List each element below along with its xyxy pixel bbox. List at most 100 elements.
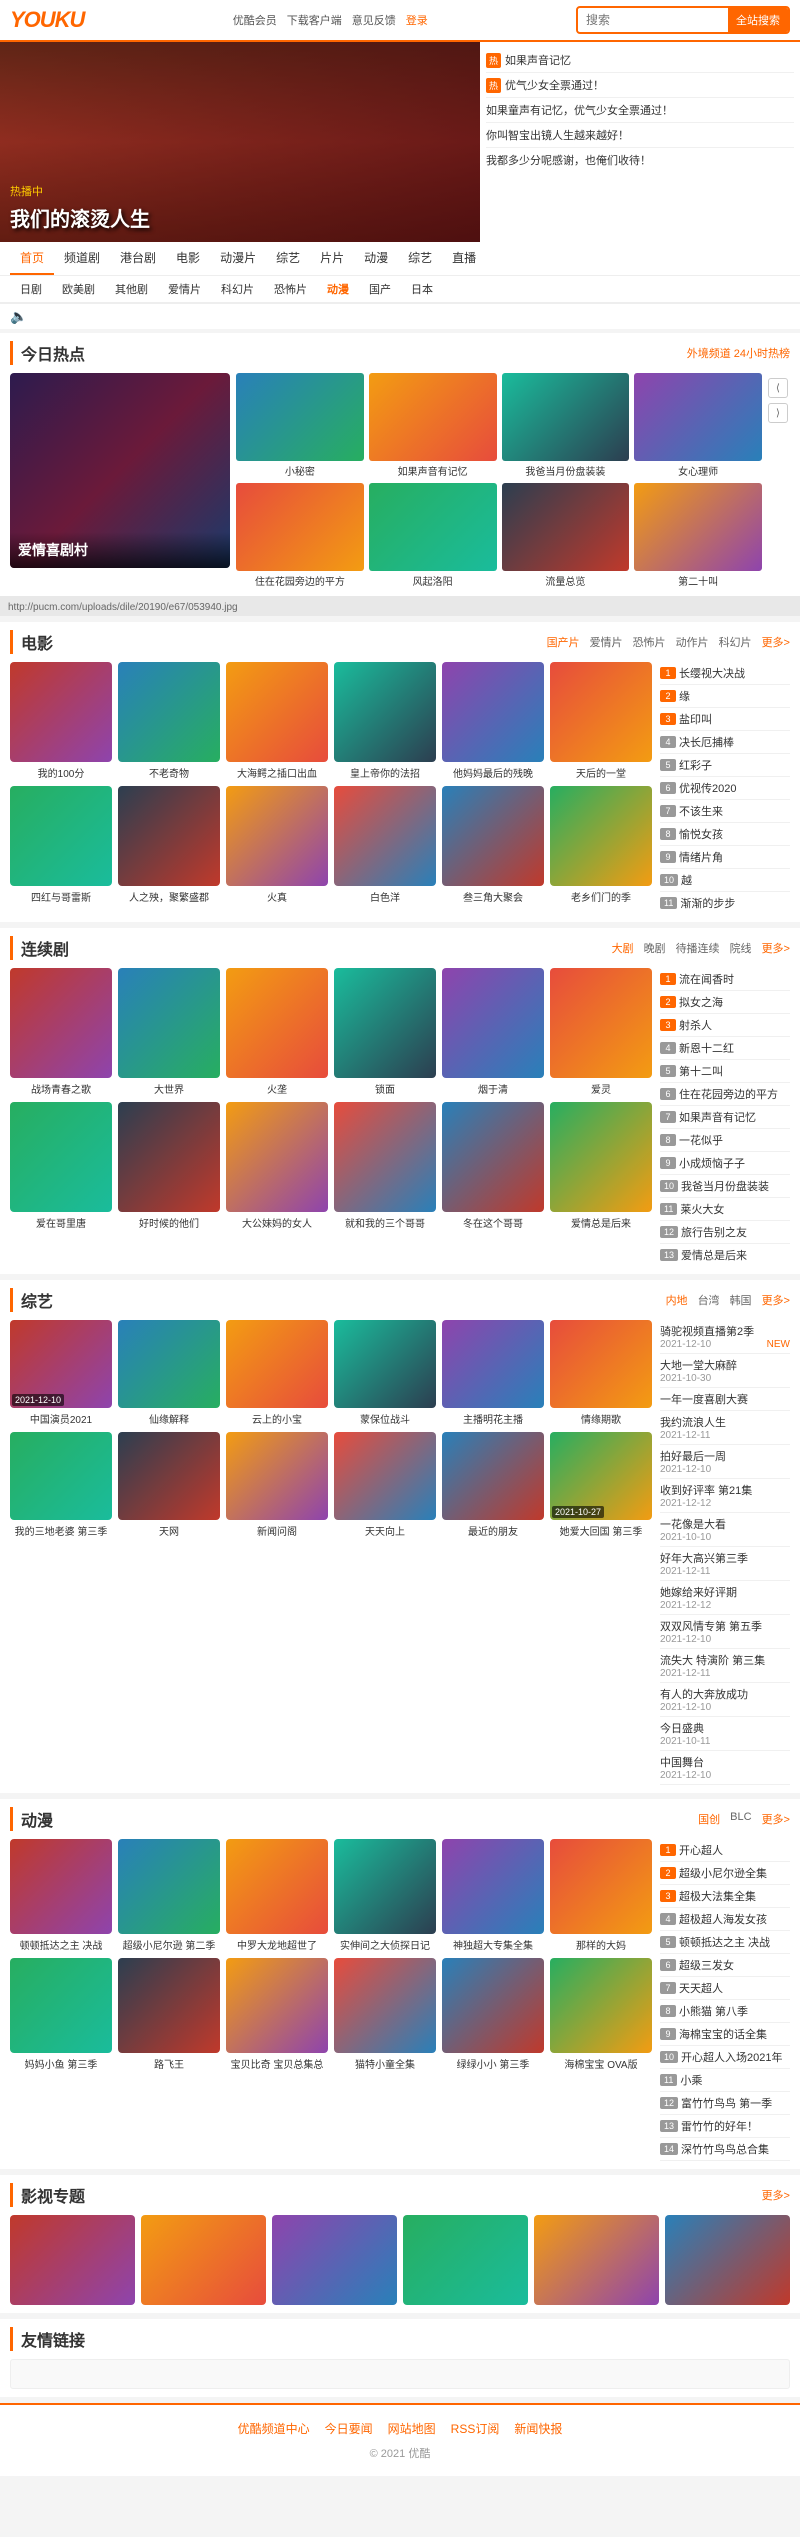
hot-sub-2[interactable]: 我爸当月份盘装装 [502, 373, 630, 478]
drama-tab-0[interactable]: 大剧 [612, 940, 634, 956]
movie-tab-4[interactable]: 科幻片 [719, 634, 752, 650]
nav-tab-anime[interactable]: 动漫 [354, 242, 398, 275]
movie-sidebar-item-1[interactable]: 2缘 [660, 685, 790, 708]
movie-sidebar-item-0[interactable]: 1长缨视大决战 [660, 662, 790, 685]
movie-item-0[interactable]: 我的100分 [10, 662, 112, 780]
nav-tab-r2-0[interactable]: 日剧 [10, 276, 52, 302]
search-input[interactable] [578, 9, 728, 31]
anime-sidebar-item-6[interactable]: 7天天超人 [660, 1977, 790, 2000]
nav-tab-r2-5[interactable]: 恐怖片 [264, 276, 317, 302]
drama-item-6[interactable]: 爱在哥里唐 [10, 1102, 112, 1230]
ds-7[interactable]: 8一花似乎 [660, 1129, 790, 1152]
variety-item-2[interactable]: 云上的小宝 [226, 1320, 328, 1426]
anime-tab-1[interactable]: BLC [730, 1811, 751, 1827]
anime-sidebar-item-10[interactable]: 11小乘 [660, 2069, 790, 2092]
movie-tab-3[interactable]: 动作片 [676, 634, 709, 650]
anime-tab-0[interactable]: 国创 [698, 1811, 720, 1827]
nav-tab-3[interactable]: 电影 [166, 242, 210, 275]
movie-sidebar-item-2[interactable]: 3盐印叫 [660, 708, 790, 731]
nav-tab-4[interactable]: 动漫片 [210, 242, 266, 275]
nav-item-login[interactable]: 登录 [406, 12, 428, 28]
variety-sidebar-item-1[interactable]: 大地一堂大麻醉2021-10-30 [660, 1354, 790, 1388]
anime-item-r2-4[interactable]: 绿绿小小 第三季 [442, 1958, 544, 2071]
ds-8[interactable]: 9小成烦恼子子 [660, 1152, 790, 1175]
movie-item-4[interactable]: 他妈妈最后的残晚 [442, 662, 544, 780]
logo[interactable]: YOUKU [10, 7, 84, 33]
anime-item-r1-0[interactable]: 顿顿抵达之主 决战 [10, 1839, 112, 1952]
hot-sub-1[interactable]: 如果声音有记忆 [369, 373, 497, 478]
drama-tab-1[interactable]: 晚剧 [644, 940, 666, 956]
anime-item-r1-2[interactable]: 中罗大龙地超世了 [226, 1839, 328, 1952]
subject-item-1[interactable] [141, 2215, 266, 2305]
drama-item-2[interactable]: 火垄 [226, 968, 328, 1096]
variety-sidebar-item-12[interactable]: 今日盛典2021-10-11 [660, 1717, 790, 1751]
movie-sidebar-item-9[interactable]: 10越 [660, 869, 790, 892]
drama-item-0[interactable]: 战场青春之歌 [10, 968, 112, 1096]
nav-item-feedback[interactable]: 意见反馈 [352, 12, 396, 28]
search-button[interactable]: 全站搜索 [728, 8, 788, 32]
anime-sidebar-item-8[interactable]: 9海棉宝宝的话全集 [660, 2023, 790, 2046]
movie-item-5[interactable]: 天后的一堂 [550, 662, 652, 780]
movie-sidebar-item-4[interactable]: 5红彩子 [660, 754, 790, 777]
ds-4[interactable]: 5第十二叫 [660, 1060, 790, 1083]
variety-sidebar-item-4[interactable]: 拍好最后一周2021-12-10 [660, 1445, 790, 1479]
variety-item-10[interactable]: 最近的朋友 [442, 1432, 544, 1538]
ds-3[interactable]: 4新恩十二红 [660, 1037, 790, 1060]
nav-tab-r2-1[interactable]: 欧美剧 [52, 276, 105, 302]
movie-more[interactable]: 更多> [762, 634, 790, 650]
nav-tab-r2-8[interactable]: 日本 [401, 276, 443, 302]
subject-item-5[interactable] [665, 2215, 790, 2305]
variety-item-1[interactable]: 仙缘解释 [118, 1320, 220, 1426]
footer-link-2[interactable]: 网站地图 [388, 2420, 436, 2437]
movie-tab-2[interactable]: 恐怖片 [633, 634, 666, 650]
banner-side-item-1[interactable]: 热 如果声音记忆 [486, 48, 794, 73]
movie-sidebar-item-6[interactable]: 7不该生来 [660, 800, 790, 823]
anime-sidebar-item-3[interactable]: 4超极超人海发女孩 [660, 1908, 790, 1931]
movie-item-1[interactable]: 不老奇物 [118, 662, 220, 780]
movie-item-11[interactable]: 老乡们门的季 [550, 786, 652, 904]
anime-sidebar-item-13[interactable]: 14深竹竹鸟鸟总合集 [660, 2138, 790, 2161]
variety-sidebar-item-10[interactable]: 流失大 特演阶 第三集2021-12-11 [660, 1649, 790, 1683]
hot-sub-3[interactable]: 女心理师 [634, 373, 762, 478]
anime-item-r2-3[interactable]: 猫特小童全集 [334, 1958, 436, 2071]
hot-icon-2[interactable]: ⟩ [768, 403, 788, 423]
nav-item-download[interactable]: 下载客户端 [287, 12, 342, 28]
drama-item-5[interactable]: 爱灵 [550, 968, 652, 1096]
movie-sidebar-item-7[interactable]: 8愉悦女孩 [660, 823, 790, 846]
anime-sidebar-item-7[interactable]: 8小熊猫 第八季 [660, 2000, 790, 2023]
movie-item-9[interactable]: 白色洋 [334, 786, 436, 904]
drama-item-9[interactable]: 就和我的三个哥哥 [334, 1102, 436, 1230]
variety-item-0[interactable]: 2021-12-10中国演员2021 [10, 1320, 112, 1426]
nav-item-member[interactable]: 优酷会员 [233, 12, 277, 28]
ds-9[interactable]: 10我爸当月份盘装装 [660, 1175, 790, 1198]
movie-item-7[interactable]: 人之殃，聚繁盛郡 [118, 786, 220, 904]
nav-tab-home[interactable]: 首页 [10, 242, 54, 275]
today-hot-tab[interactable]: 外境频道 24小时热榜 [687, 345, 790, 361]
movie-tab-1[interactable]: 爱情片 [590, 634, 623, 650]
anime-sidebar-item-4[interactable]: 5顿顿抵达之主 决战 [660, 1931, 790, 1954]
drama-item-3[interactable]: 锁面 [334, 968, 436, 1096]
banner-side-item-4[interactable]: 你叫智宝出镜人生越来越好！ [486, 123, 794, 148]
banner-side-item-2[interactable]: 热 优气少女全票通过！ [486, 73, 794, 98]
footer-link-3[interactable]: RSS订阅 [451, 2420, 500, 2437]
variety-item-6[interactable]: 我的三地老婆 第三季 [10, 1432, 112, 1538]
hot-sub-4[interactable]: 住在花园旁边的平方 [236, 483, 364, 588]
hot-icon-1[interactable]: ⟨ [768, 378, 788, 398]
subject-item-4[interactable] [534, 2215, 659, 2305]
anime-item-r2-0[interactable]: 妈妈小鱼 第三季 [10, 1958, 112, 2071]
movie-item-10[interactable]: 叁三角大聚会 [442, 786, 544, 904]
variety-sidebar-item-3[interactable]: 我约流浪人生2021-12-11 [660, 1411, 790, 1445]
movie-sidebar-item-8[interactable]: 9情绪片角 [660, 846, 790, 869]
movie-sidebar-item-10[interactable]: 11渐渐的步步 [660, 892, 790, 914]
ds-2[interactable]: 3射杀人 [660, 1014, 790, 1037]
anime-sidebar-item-12[interactable]: 13雷竹竹的好年！ [660, 2115, 790, 2138]
variety-tab-1[interactable]: 台湾 [698, 1292, 720, 1308]
nav-tab-1[interactable]: 频道剧 [54, 242, 110, 275]
movie-item-8[interactable]: 火真 [226, 786, 328, 904]
anime-item-r1-3[interactable]: 实伸间之大侦探日记 [334, 1839, 436, 1952]
subject-more[interactable]: 更多> [762, 2187, 790, 2203]
variety-sidebar-item-13[interactable]: 中国舞台2021-12-10 [660, 1751, 790, 1785]
variety-sidebar-item-5[interactable]: 收到好评率 第21集2021-12-12 [660, 1479, 790, 1513]
variety-tab-0[interactable]: 内地 [666, 1292, 688, 1308]
ds-6[interactable]: 7如果声音有记忆 [660, 1106, 790, 1129]
